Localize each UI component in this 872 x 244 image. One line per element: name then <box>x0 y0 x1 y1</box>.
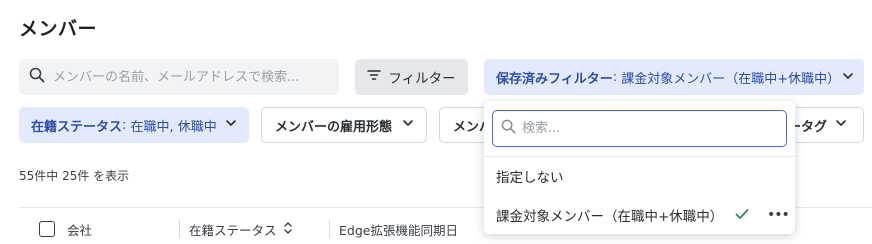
column-divider[interactable] <box>329 220 330 238</box>
saved-filter-select[interactable]: 保存済みフィルター: 課金対象メンバー（在職中+休職中） <box>484 59 864 95</box>
column-divider[interactable] <box>179 220 180 238</box>
column-header-edge-sync[interactable]: Edge拡張機能同期日 <box>339 220 458 239</box>
employment-type-filter-label: メンバーの雇用形態 <box>275 119 393 135</box>
chevron-down-icon <box>225 117 237 133</box>
column-header-company[interactable]: 会社 <box>67 220 92 239</box>
status-filter-value: 在職中, 休職中 <box>130 119 217 135</box>
search-icon <box>501 119 516 138</box>
dropdown-option-label: 指定しない <box>496 170 564 186</box>
search-input[interactable] <box>53 69 323 85</box>
status-filter-label: 在籍ステータス <box>31 119 123 135</box>
search-box[interactable] <box>19 59 339 95</box>
divider <box>484 156 795 157</box>
saved-filter-separator: : <box>612 69 622 85</box>
chevron-down-icon <box>842 70 854 86</box>
dropdown-search-input[interactable] <box>522 121 772 136</box>
dropdown-search-box[interactable] <box>492 110 787 147</box>
column-header-status-label: 在籍ステータス <box>189 223 277 238</box>
check-icon <box>735 208 749 224</box>
column-header-status[interactable]: 在籍ステータス <box>189 220 293 239</box>
filter-icon <box>367 69 382 85</box>
filter-button-label: フィルター <box>388 71 456 87</box>
employment-type-filter-chip[interactable]: メンバーの雇用形態 <box>261 107 427 143</box>
page-title: メンバー <box>19 18 98 40</box>
sort-icon[interactable] <box>283 221 293 238</box>
more-options-icon[interactable]: ••• <box>767 207 790 223</box>
dropdown-option-label: 課金対象メンバー（在職中+休職中） <box>496 209 724 225</box>
chevron-down-icon <box>835 117 847 133</box>
filter-button[interactable]: フィルター <box>355 59 468 95</box>
saved-filter-label: 保存済みフィルター <box>496 71 613 87</box>
result-count: 55件中 25件 を表示 <box>19 169 130 183</box>
dropdown-option-none[interactable]: 指定しない <box>484 158 795 194</box>
saved-filter-value: 課金対象メンバー（在職中+休職中） <box>621 71 841 87</box>
chevron-down-icon <box>402 117 414 133</box>
status-filter-separator: : <box>122 117 131 133</box>
dropdown-option-billing-members[interactable]: 課金対象メンバー（在職中+休職中） ••• <box>484 197 795 233</box>
status-filter-chip[interactable]: 在籍ステータス: 在職中, 休職中 <box>19 107 249 143</box>
search-icon <box>29 67 45 87</box>
select-all-checkbox[interactable] <box>39 221 55 237</box>
saved-filter-dropdown: 指定しない 課金対象メンバー（在職中+休職中） ••• <box>484 101 795 234</box>
